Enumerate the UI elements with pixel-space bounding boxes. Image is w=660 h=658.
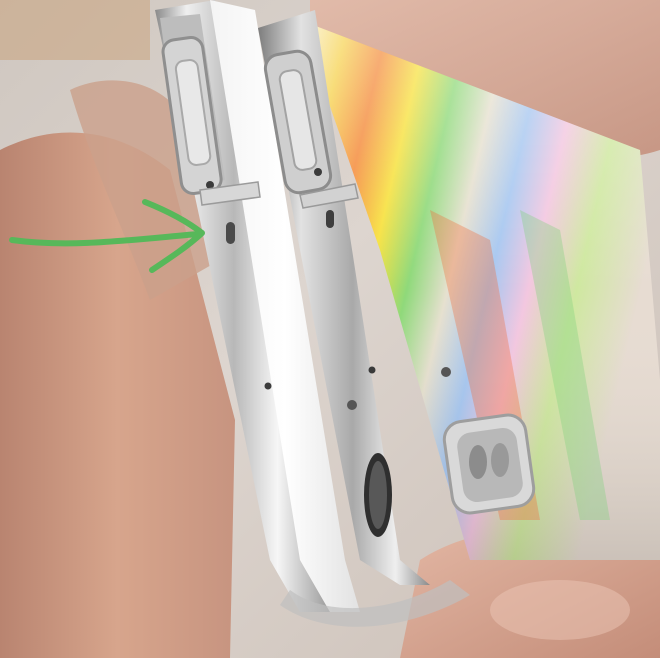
microphone-slot-left	[226, 222, 235, 244]
mic-hole-left	[264, 382, 272, 390]
photo-scene	[0, 0, 660, 658]
microphone-slot-right	[326, 210, 334, 228]
photo-illustration	[0, 0, 660, 658]
background-blur-warm	[0, 0, 150, 60]
mic-hole-right	[368, 366, 376, 374]
camera-module	[442, 413, 536, 515]
